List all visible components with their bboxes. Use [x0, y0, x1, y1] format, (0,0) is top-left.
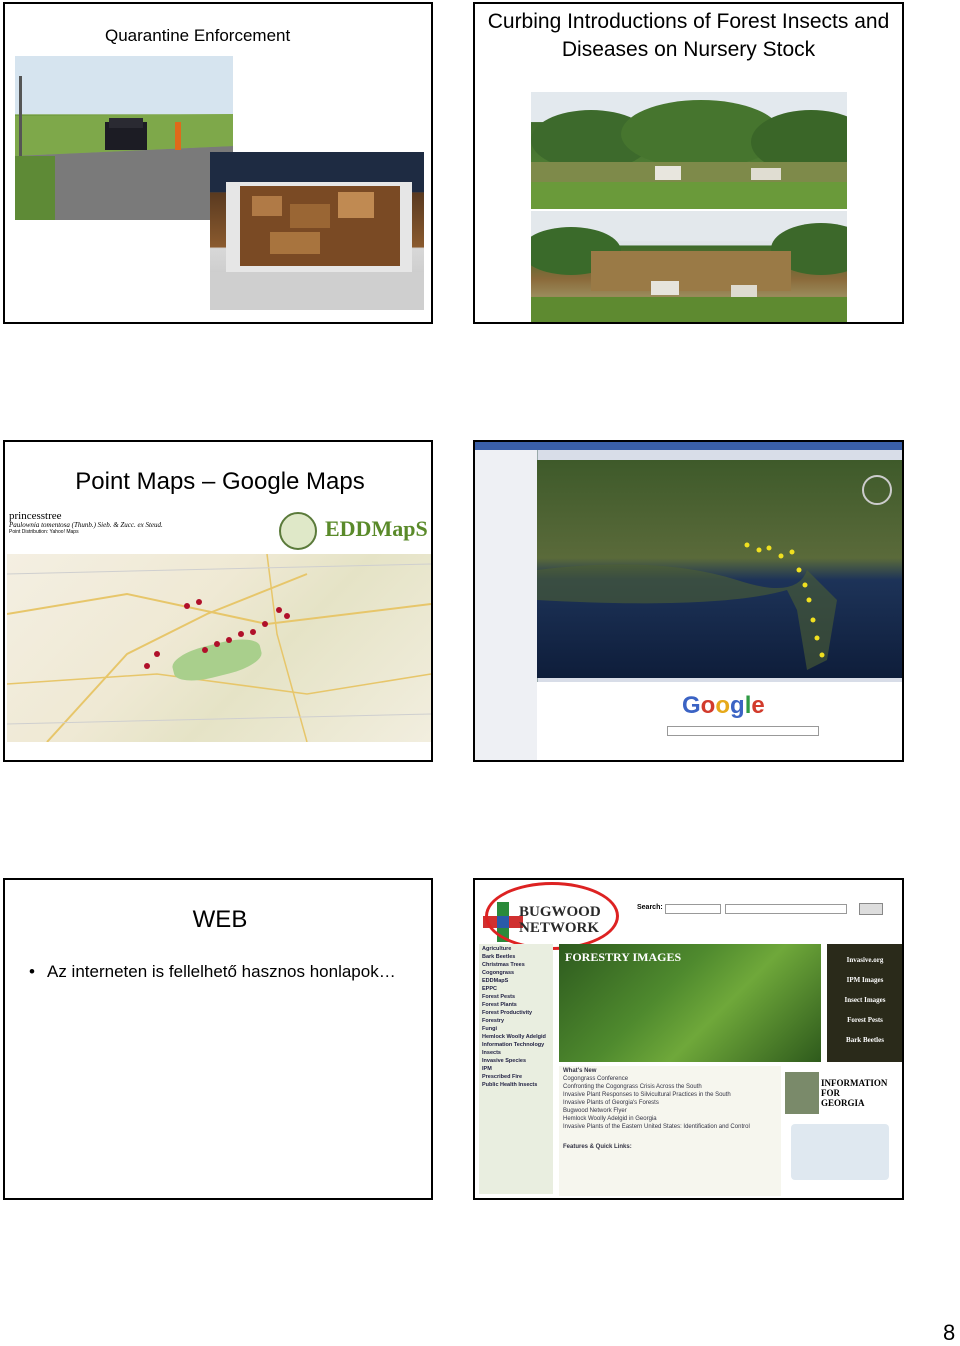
eddmaps-logo: EDDMapS — [325, 516, 428, 542]
topic-link[interactable]: Prescribed Fire — [482, 1074, 550, 1080]
topic-link[interactable]: Invasive Species — [482, 1058, 550, 1064]
topic-link[interactable]: EPPC — [482, 986, 550, 992]
google-logo-letter: o — [715, 692, 731, 719]
news-header: What's New — [563, 1068, 597, 1074]
roadside-checkpoint-drawing — [15, 56, 233, 220]
firewood-truck-drawing — [210, 152, 424, 310]
hero-image: FORESTRY IMAGES — [559, 944, 821, 1062]
right-link[interactable]: Forest Pests — [827, 1016, 902, 1024]
search-select[interactable] — [665, 904, 721, 914]
distribution-label: Point Distribution: Yahoo! Maps — [9, 529, 79, 535]
species-name: Paulownia tomentosa (Thunb.) Sieb. & Zuc… — [9, 521, 163, 529]
topic-link[interactable]: Agriculture — [482, 946, 550, 952]
slide-title: Point Maps – Google Maps — [75, 468, 365, 495]
search-button[interactable] — [859, 903, 883, 915]
topic-link[interactable]: Forest Plants — [482, 1002, 550, 1008]
news-item[interactable]: Invasive Plant Responses to Silvicultura… — [563, 1092, 777, 1098]
slide-bugwood: BUGWOOD NETWORK Search: Agriculture Bark … — [473, 878, 904, 1200]
topics-list: Agriculture Bark Beetles Christmas Trees Co… — [479, 946, 553, 1088]
news-item[interactable]: Hemlock Woolly Adelgid in Georgia — [563, 1116, 777, 1122]
earth-globe-view[interactable] — [537, 460, 902, 678]
topic-link[interactable]: Bark Beetles — [482, 954, 550, 960]
search-label: Search: — [637, 904, 663, 911]
topic-link[interactable]: Cogongrass — [482, 970, 550, 976]
slide-title: Curbing Introductions of Forest Insects … — [487, 10, 890, 61]
se-eppc-seal-icon — [279, 512, 317, 550]
news-item[interactable]: Confronting the Cogongrass Crisis Across… — [563, 1084, 777, 1090]
google-logo-letter: G — [682, 692, 701, 719]
forest-before-photo — [531, 92, 847, 209]
earth-sidebar — [475, 450, 538, 760]
topic-link[interactable]: Information Technology — [482, 1042, 550, 1048]
whats-new-panel: What's New Cogongrass Conference Confron… — [559, 1066, 781, 1196]
georgia-line: INFORMATION — [821, 1078, 888, 1088]
bullet-text: Az interneten is fellelhető hasznos honl… — [47, 962, 396, 981]
firewood-truck-photo — [210, 152, 424, 310]
hero-title: FORESTRY IMAGES — [565, 950, 682, 964]
slide-title: Quarantine Enforcement — [105, 26, 291, 45]
window-titlebar — [475, 442, 902, 450]
highlight-circle — [485, 882, 619, 950]
georgia-map-icon — [785, 1072, 819, 1114]
google-logo-letter: g — [730, 692, 745, 719]
google-search-input[interactable] — [667, 726, 819, 736]
bugwood-screenshot: BUGWOOD NETWORK Search: Agriculture Bark … — [475, 880, 902, 1198]
slide-point-maps: Point Maps – Google Maps princesstree Pa… — [3, 440, 433, 762]
topic-link[interactable]: Forestry — [482, 1018, 550, 1024]
bullet-dot-icon: • — [29, 962, 35, 981]
slide-google-earth: Google — [473, 440, 904, 762]
topic-link[interactable]: IPM — [482, 1066, 550, 1072]
world-map-icon — [791, 1124, 889, 1180]
right-links: Invasive.org IPM Images Insect Images Fo… — [827, 944, 902, 1062]
forest-before-drawing — [531, 92, 847, 209]
google-map[interactable] — [6, 553, 431, 743]
topic-link[interactable]: Hemlock Woolly Adelgid — [482, 1034, 550, 1040]
roadside-checkpoint-photo — [15, 56, 233, 220]
right-link[interactable]: Invasive.org — [827, 956, 902, 964]
google-logo-letter: o — [700, 692, 716, 719]
topic-link[interactable]: Insects — [482, 1050, 550, 1056]
topics-sidebar: Agriculture Bark Beetles Christmas Trees Co… — [479, 944, 553, 1194]
eddmaps-logo-text: EDDMapS — [325, 516, 428, 541]
topic-link[interactable]: Public Health Insects — [482, 1082, 550, 1088]
georgia-label: INFORMATION FOR GEORGIA — [821, 1078, 887, 1108]
google-earth-screenshot: Google — [475, 442, 902, 760]
forest-after-drawing — [531, 211, 847, 322]
google-logo-letter: e — [751, 692, 765, 719]
slide-quarantine: Quarantine Enforcement — [3, 2, 433, 324]
news-item[interactable]: Invasive Plants of Georgia's Forests — [563, 1100, 777, 1106]
topic-link[interactable]: Christmas Trees — [482, 962, 550, 968]
news-item[interactable]: Invasive Plants of the Eastern United St… — [563, 1124, 777, 1130]
slide-web: WEB • Az interneten is fellelhető haszno… — [3, 878, 433, 1200]
map-header: princesstree Paulownia tomentosa (Thunb.… — [7, 510, 431, 554]
search-input[interactable] — [725, 904, 847, 914]
google-logo: Google — [682, 692, 765, 720]
slide-title: WEB — [192, 906, 248, 933]
georgia-line: GEORGIA — [821, 1098, 865, 1108]
right-link[interactable]: Bark Beetles — [827, 1036, 902, 1044]
topic-link[interactable]: EDDMapS — [482, 978, 550, 984]
eddmaps-screenshot: princesstree Paulownia tomentosa (Thunb.… — [6, 510, 431, 743]
news-item[interactable]: Cogongrass Conference — [563, 1076, 777, 1082]
forest-after-photo — [531, 211, 847, 322]
google-search-page: Google — [537, 682, 902, 760]
right-link[interactable]: Insect Images — [827, 996, 902, 1004]
features-label: Features & Quick Links: — [563, 1144, 632, 1150]
slide-curbing: Curbing Introductions of Forest Insects … — [473, 2, 904, 324]
right-link[interactable]: IPM Images — [827, 976, 902, 984]
georgia-info[interactable]: INFORMATION FOR GEORGIA — [785, 1072, 895, 1194]
earth-globe-drawing — [537, 475, 892, 670]
topic-link[interactable]: Forest Pests — [482, 994, 550, 1000]
topic-link[interactable]: Fungi — [482, 1026, 550, 1032]
news-item[interactable]: Bugwood Network Flyer — [563, 1108, 777, 1114]
georgia-line: FOR — [821, 1088, 840, 1098]
page-number: 8 — [943, 1320, 956, 1345]
topic-link[interactable]: Forest Productivity — [482, 1010, 550, 1016]
map-markers — [144, 599, 290, 669]
